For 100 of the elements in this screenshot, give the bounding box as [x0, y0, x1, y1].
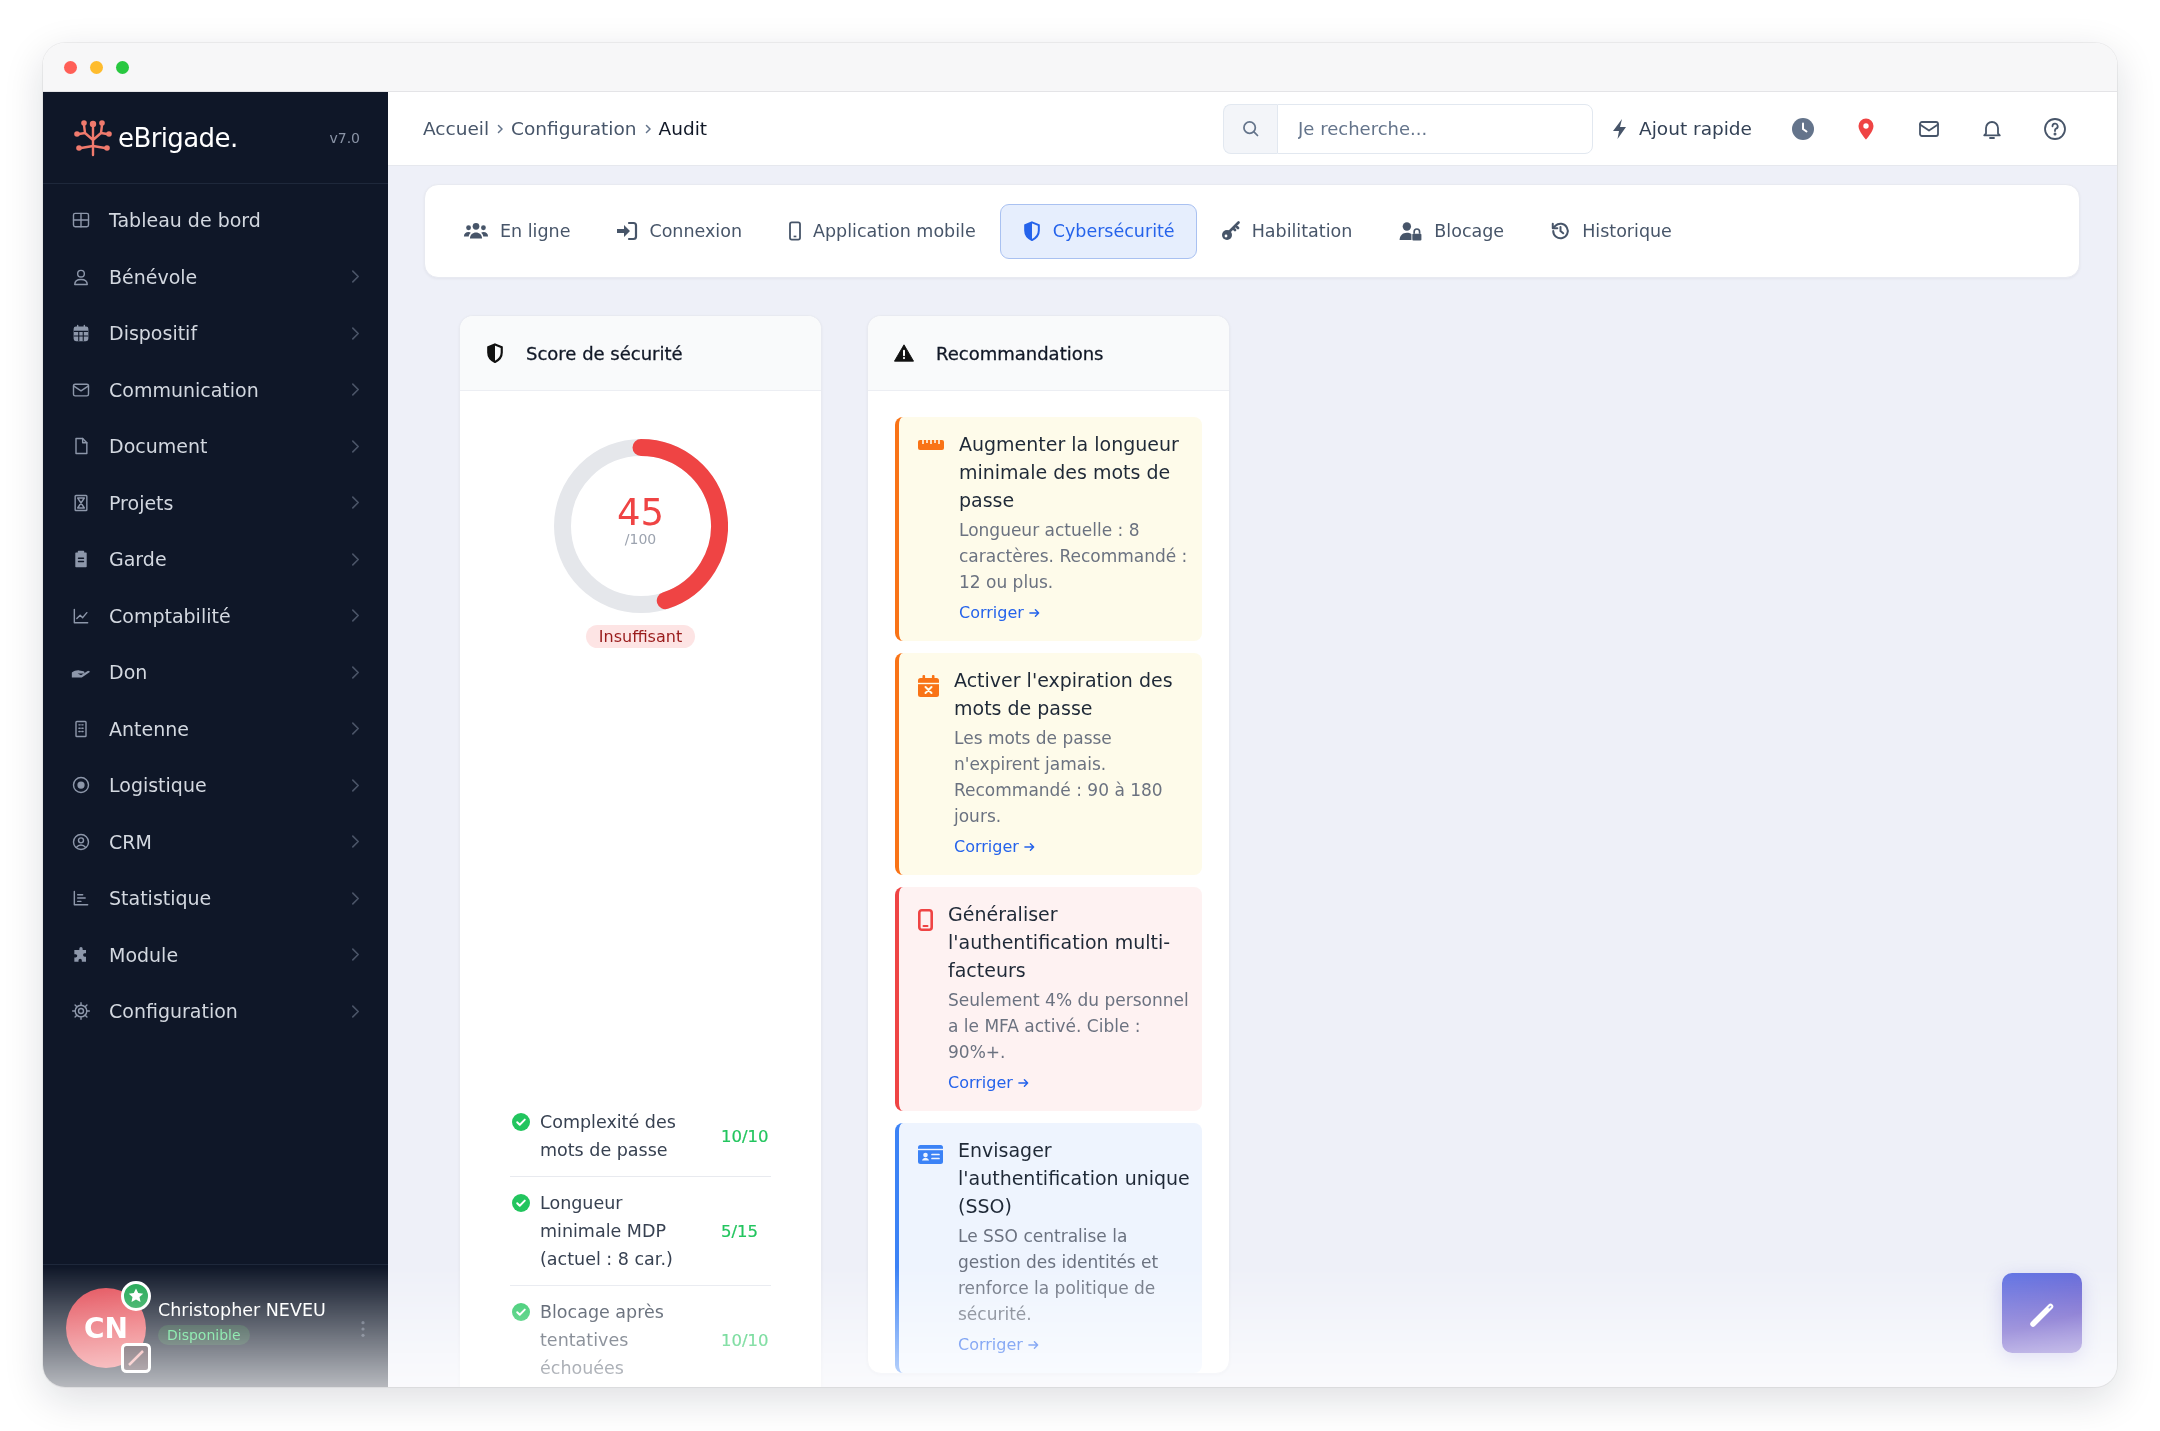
sidebar-item[interactable]: Comptabilité: [43, 587, 388, 644]
chevron-icon: [351, 325, 360, 341]
criterion-label: Longueur minimale MDP (actuel : 8 car.): [540, 1192, 674, 1271]
check-circle-icon: [512, 1113, 530, 1131]
breadcrumb-item[interactable]: Configuration: [511, 118, 637, 139]
recommendation-title: Activer l'expiration des mots de passe: [954, 668, 1174, 721]
chevron-icon: [351, 834, 360, 850]
sidebar-item[interactable]: Document: [43, 418, 388, 475]
sidebar-item[interactable]: Communication: [43, 361, 388, 418]
chevron-icon: [497, 123, 504, 134]
tab[interactable]: Blocage: [1376, 203, 1527, 259]
arrow-right-icon: [1027, 1340, 1039, 1350]
sign-in-icon: [616, 221, 639, 241]
history-icon: [1550, 221, 1572, 241]
fix-link[interactable]: Corriger: [959, 601, 1040, 625]
breadcrumb-item[interactable]: Accueil: [423, 118, 490, 139]
chevron-icon: [351, 777, 360, 793]
sidebar-item[interactable]: Configuration: [43, 983, 388, 1040]
check-circle-icon: [512, 1194, 530, 1212]
chevron-icon: [351, 269, 360, 285]
card-title: Score de sécurité: [526, 342, 683, 364]
more-icon[interactable]: [360, 1320, 366, 1338]
phone-icon: [918, 909, 933, 931]
sidebar-item[interactable]: Don: [43, 644, 388, 701]
criterion-label: Complexité des mots de passe: [540, 1111, 677, 1162]
sidebar-item[interactable]: Bénévole: [43, 248, 388, 305]
criterion-score: 10/10: [721, 1126, 770, 1146]
arrow-right-icon: [1028, 608, 1040, 618]
shield-icon: [486, 343, 504, 363]
circle-dot-icon: [71, 775, 91, 796]
sidebar-item[interactable]: Logistique: [43, 757, 388, 814]
chevron-icon: [351, 1003, 360, 1019]
sidebar-item[interactable]: Module: [43, 926, 388, 983]
score-value: 45: [616, 491, 665, 534]
key-icon: [1220, 221, 1241, 241]
status-badge: Disponible: [158, 1325, 250, 1345]
arrow-right-icon: [1023, 842, 1035, 852]
sidebar-item[interactable]: Statistique: [43, 870, 388, 927]
warning-icon: [894, 343, 914, 363]
recommendation-text: Longueur actuelle : 8 caractères. Recommandé : 12 ou plus.: [959, 519, 1189, 594]
criterion-score: 5/15: [721, 1221, 760, 1241]
card-title: Recommandations: [936, 342, 1104, 364]
rating-badge: Insuffisant: [585, 625, 696, 648]
recommendation-text: Seulement 4% du personnel a le MFA activé. Cible : 90%+.: [948, 989, 1190, 1064]
chevron-icon: [351, 664, 360, 680]
criterion-label: Blocage après tentatives échouées: [540, 1301, 665, 1380]
clock-icon[interactable]: [1791, 116, 1815, 141]
tab[interactable]: Cybersécurité: [999, 203, 1197, 259]
shield-icon: [1021, 221, 1042, 241]
recommendation-title: Augmenter la longueur minimale des mots de passe: [959, 432, 1180, 513]
star-badge-icon: [121, 1281, 151, 1311]
phone-icon: [788, 221, 802, 241]
fix-link[interactable]: Corriger: [948, 1071, 1029, 1095]
hourglass-icon: [71, 492, 91, 513]
tab[interactable]: Connexion: [594, 203, 764, 259]
chevron-icon: [351, 551, 360, 567]
sidebar-item[interactable]: Projets: [43, 474, 388, 531]
sidebar-item[interactable]: Dispositif: [43, 305, 388, 362]
chevron-icon: [351, 721, 360, 737]
recommendation-title: Envisager l'authentification unique (SSO): [958, 1138, 1190, 1219]
square-icon: [121, 1343, 151, 1373]
check-circle-icon: [512, 1303, 530, 1321]
sidebar-item[interactable]: Antenne: [43, 700, 388, 757]
search-button[interactable]: [1223, 103, 1278, 154]
recommendation-text: Le SSO centralise la gestion des identités et renforce la politique de sécurité.: [958, 1225, 1160, 1326]
recommendation-title: Généraliser l'authentification multi-facteurs: [948, 902, 1172, 983]
user-lock-icon: [1398, 221, 1424, 241]
calendar-x-icon: [918, 675, 939, 697]
chevron-icon: [351, 438, 360, 454]
tab[interactable]: Application mobile: [766, 203, 998, 259]
sidebar-item[interactable]: Tableau de bord: [43, 192, 388, 249]
id-card-icon: [918, 1145, 943, 1164]
help-icon[interactable]: [2043, 116, 2067, 141]
tab[interactable]: En ligne: [441, 203, 593, 259]
arrow-right-icon: [1017, 1078, 1029, 1088]
edit-button[interactable]: [2002, 1273, 2082, 1353]
maximize-button[interactable]: [116, 60, 129, 74]
user-name: Christopher NEVEU: [158, 1300, 326, 1320]
score-max: /100: [624, 531, 657, 547]
tab[interactable]: Habilitation: [1198, 203, 1375, 259]
recommendation-text: Les mots de passe n'expirent jamais. Recommandé : 90 à 180 jours.: [954, 727, 1164, 828]
quick-add-button[interactable]: Ajout rapide: [1612, 117, 1752, 140]
sidebar-item[interactable]: Garde: [43, 531, 388, 588]
version-label: v7.0: [329, 129, 360, 146]
ruler-icon: [918, 439, 944, 451]
fix-link[interactable]: Corriger: [954, 835, 1035, 859]
chevron-icon: [351, 890, 360, 906]
chevron-icon: [351, 947, 360, 963]
criterion-score: 10/10: [721, 1330, 770, 1350]
close-button[interactable]: [64, 60, 77, 74]
tree-icon: [72, 117, 114, 158]
bolt-icon: [1612, 117, 1629, 140]
breadcrumb-item: Audit: [658, 118, 708, 139]
tab[interactable]: Historique: [1528, 203, 1694, 259]
chevron-icon: [644, 123, 651, 134]
chevron-icon: [351, 608, 360, 624]
brand-name: eBrigade.: [118, 122, 238, 153]
chevron-icon: [351, 382, 360, 398]
chevron-icon: [351, 495, 360, 511]
sidebar-item[interactable]: CRM: [43, 813, 388, 870]
